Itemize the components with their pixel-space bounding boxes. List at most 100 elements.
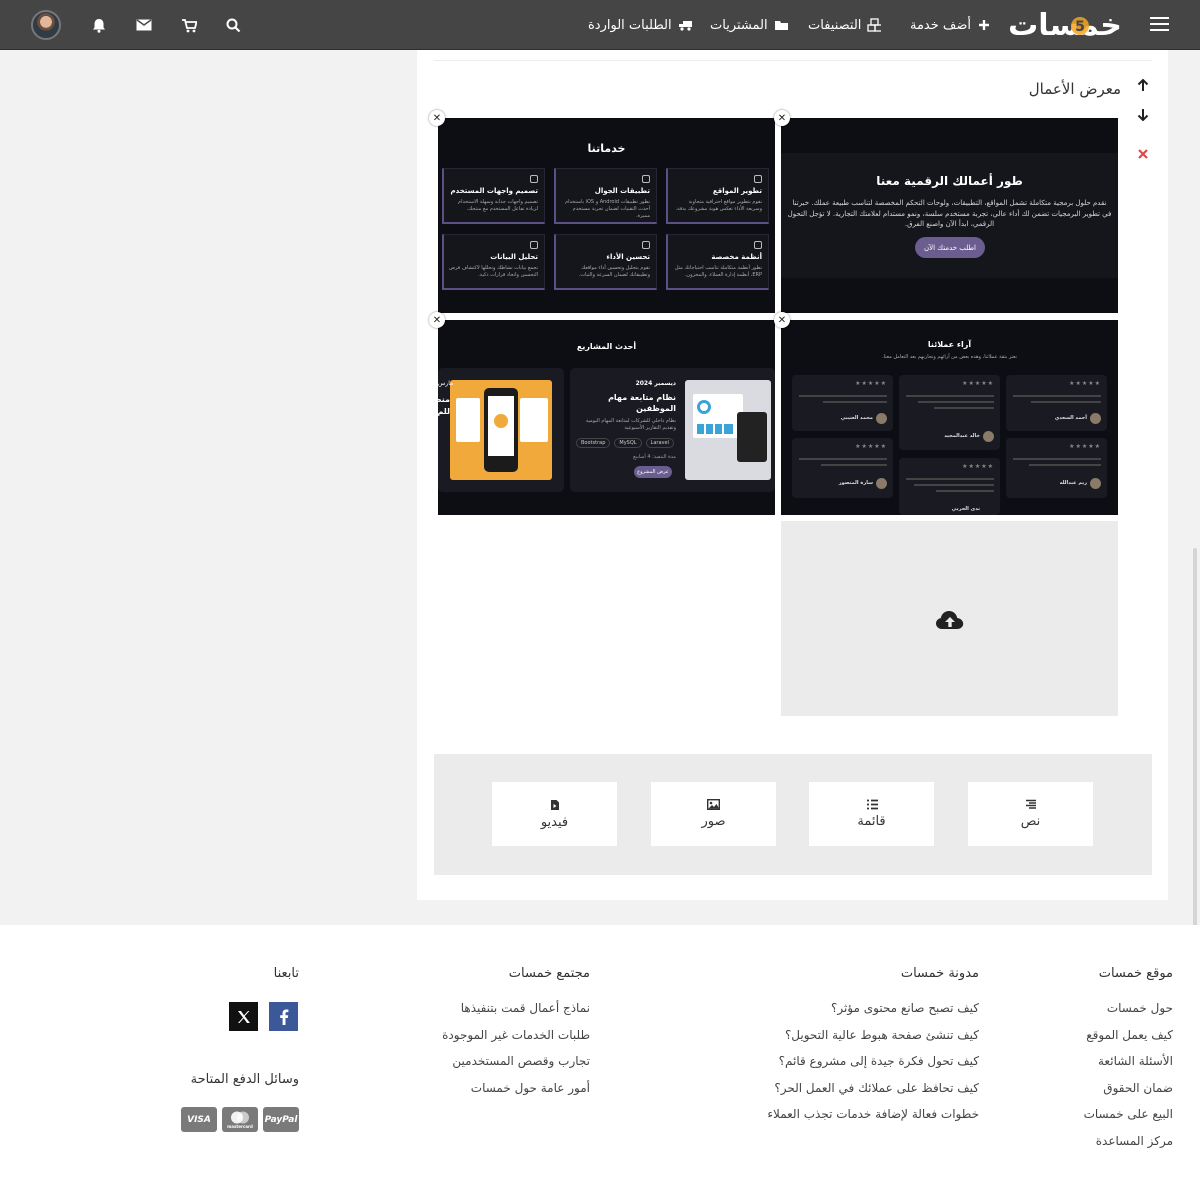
menu-icon[interactable] (1150, 17, 1169, 32)
service-card: تطوير المواقع نقوم بتطوير مواقع احترافية … (666, 168, 769, 224)
review-card: ★★★★★ سارة المنصور (792, 438, 893, 498)
footer-link[interactable]: ضمان الحقوق (1030, 1075, 1173, 1102)
footer-col-title: مجتمع خمسات (508, 966, 590, 981)
reviews-heading: آراء عملائنا (927, 340, 972, 349)
add-text-button[interactable]: نص (968, 782, 1093, 846)
portfolio-image-1[interactable]: طور أعمالك الرقمية معنا نقدم حلول برمجية… (781, 118, 1118, 313)
services-heading: خدماتنا (587, 142, 626, 155)
move-down-icon[interactable] (1135, 106, 1151, 122)
remove-image-4-icon[interactable]: ✕ (429, 312, 445, 328)
portfolio-title: معرض الأعمال (1028, 80, 1121, 98)
hero-text: نقدم حلول برمجية متكاملة تشمل المواقع، ا… (787, 199, 1112, 228)
review-card: ★★★★★ ريم عبدالله (1006, 438, 1107, 498)
footer-payments: وسائل الدفع المتاحة (170, 1072, 299, 1101)
project-screenshot (685, 380, 771, 480)
remove-image-1-icon[interactable]: ✕ (774, 110, 790, 126)
nav-incoming-orders-label: الطلبات الواردة (588, 17, 672, 33)
footer-link[interactable]: خطوات فعالة لإضافة خدمات تجذب العملاء (740, 1101, 979, 1128)
user-avatar[interactable] (31, 10, 61, 40)
image-icon (707, 799, 720, 810)
svg-text:5: 5 (1075, 19, 1085, 35)
nav-add-service-label: أضف خدمة (910, 17, 972, 33)
review-card: ★★★★★ محمد العتيبي (792, 375, 893, 431)
folder-open-icon (774, 18, 788, 32)
portfolio-image-4[interactable]: أحدث المشاريع ديسمبر 2024 نظام متابعة مه… (438, 320, 775, 515)
footer-link[interactable]: كيف تنشئ صفحة هبوط عالية التحويل؟ (740, 1022, 979, 1049)
logo[interactable]: خمسات 5 (1000, 6, 1130, 43)
footer-col-khamsat: موقع خمسات حول خمسات كيف يعمل الموقع الأ… (1030, 966, 1173, 1155)
footer-col-title: تابعنا (273, 966, 299, 981)
nav-purchases[interactable]: المشتريات (710, 0, 788, 50)
add-list-label: قائمة (857, 814, 886, 829)
service-card: أنظمة مخصصة نطور أنظمة متكاملة تناسب احتي… (666, 234, 769, 290)
footer-link[interactable]: مركز المساعدة (1030, 1128, 1173, 1155)
project-duration: مدة التنفيذ: 4 أسابيع (633, 454, 676, 460)
footer-link[interactable]: كيف تحافظ على عملائك في العمل الحر؟ (740, 1075, 979, 1102)
delete-section-icon[interactable] (1135, 146, 1151, 162)
truck-icon (678, 18, 692, 32)
cubes-icon (867, 18, 882, 32)
footer-link[interactable]: الأسئلة الشائعة (1030, 1048, 1173, 1075)
divider (434, 60, 1152, 61)
list-icon (866, 799, 878, 810)
footer-col-blog: مدونة خمسات كيف تصبح صانع محتوى مؤثر؟ كي… (740, 966, 979, 1128)
service-card: تطبيقات الجوال نطور تطبيقات Android و iOS… (554, 168, 657, 224)
project-desc: نظام داخلي للشركات لمتابعة المهام اليومي… (585, 418, 676, 431)
footer-link[interactable]: كيف تحول فكرة جيدة إلى مشروع قائم؟ (740, 1048, 979, 1075)
khamsat-logo-icon: خمسات 5 (1008, 8, 1122, 43)
scrollbar[interactable] (1193, 548, 1197, 960)
envelope-icon[interactable] (134, 15, 154, 35)
footer-link[interactable]: البيع على خمسات (1030, 1101, 1173, 1128)
add-text-label: نص (1020, 814, 1041, 829)
bell-icon[interactable] (89, 15, 109, 35)
visa-icon: VISA (181, 1107, 217, 1132)
projects-heading: أحدث المشاريع (576, 342, 637, 351)
project-tag: Bootstrap (576, 438, 611, 448)
facebook-icon[interactable] (269, 1002, 298, 1031)
footer-link[interactable]: أمور عامة حول خمسات (420, 1075, 590, 1102)
payments-title: وسائل الدفع المتاحة (190, 1072, 299, 1087)
top-navbar: خمسات 5 أضف خدمة التصنيفات المشتريات الط… (0, 0, 1200, 50)
cart-icon[interactable] (179, 15, 199, 35)
nav-categories-label: التصنيفات (808, 17, 862, 33)
footer-link[interactable]: طلبات الخدمات غير الموجودة (420, 1022, 590, 1049)
project-tag: Laravel (645, 438, 674, 448)
project-button: عرض المشروع (634, 466, 672, 478)
remove-image-3-icon[interactable]: ✕ (774, 312, 790, 328)
nav-categories[interactable]: التصنيفات (808, 0, 882, 50)
nav-add-service[interactable]: أضف خدمة (910, 0, 991, 50)
project-screenshot (450, 380, 552, 480)
portfolio-image-3[interactable]: آراء عملائنا نعتز بثقة عملائنا، وهذه بعض… (781, 320, 1118, 515)
remove-image-2-icon[interactable]: ✕ (429, 110, 445, 126)
upload-image-area[interactable] (781, 521, 1118, 716)
x-twitter-icon[interactable] (229, 1002, 258, 1031)
add-video-button[interactable]: فيديو (492, 782, 617, 846)
move-up-icon[interactable] (1135, 77, 1151, 93)
nav-incoming-orders[interactable]: الطلبات الواردة (588, 0, 692, 50)
footer-link[interactable]: نماذج أعمال قمت بتنفيذها (420, 995, 590, 1022)
footer-link[interactable]: كيف يعمل الموقع (1030, 1022, 1173, 1049)
footer-link[interactable]: حول خمسات (1030, 995, 1173, 1022)
add-video-label: فيديو (540, 814, 569, 830)
service-card: تحليل البيانات نجمع بيانات نشاطك ونحللها … (442, 234, 545, 290)
logo-text: خمسات (1008, 8, 1122, 42)
footer-col-follow: تابعنا (170, 966, 299, 995)
footer-col-title: مدونة خمسات (900, 966, 979, 981)
project-date: ديسمبر 2024 (635, 380, 676, 387)
review-card: ★★★★★ ندى الحربي (899, 458, 1000, 515)
add-list-button[interactable]: قائمة (809, 782, 934, 846)
hero-heading: طور أعمالك الرقمية معنا (876, 174, 1023, 188)
portfolio-image-2[interactable]: خدماتنا تطوير المواقع نقوم بتطوير مواقع ا… (438, 118, 775, 313)
service-card: تحسين الأداء نقوم بتحليل وتحسين أداء مواق… (554, 234, 657, 290)
project-title-2: منص للم (438, 395, 450, 416)
plus-icon (977, 18, 991, 32)
add-images-label: صور (701, 814, 726, 829)
footer-col-title: موقع خمسات (1098, 966, 1173, 981)
search-icon[interactable] (223, 15, 243, 35)
add-images-button[interactable]: صور (651, 782, 776, 846)
align-right-icon (1025, 799, 1036, 809)
footer-link[interactable]: تجارب وقصص المستخدمين (420, 1048, 590, 1075)
project-card: ديسمبر 2024 نظام متابعة مهام الموظفين نظ… (570, 368, 775, 492)
project-card: مارس منص للم (438, 368, 564, 492)
footer-link[interactable]: كيف تصبح صانع محتوى مؤثر؟ (740, 995, 979, 1022)
